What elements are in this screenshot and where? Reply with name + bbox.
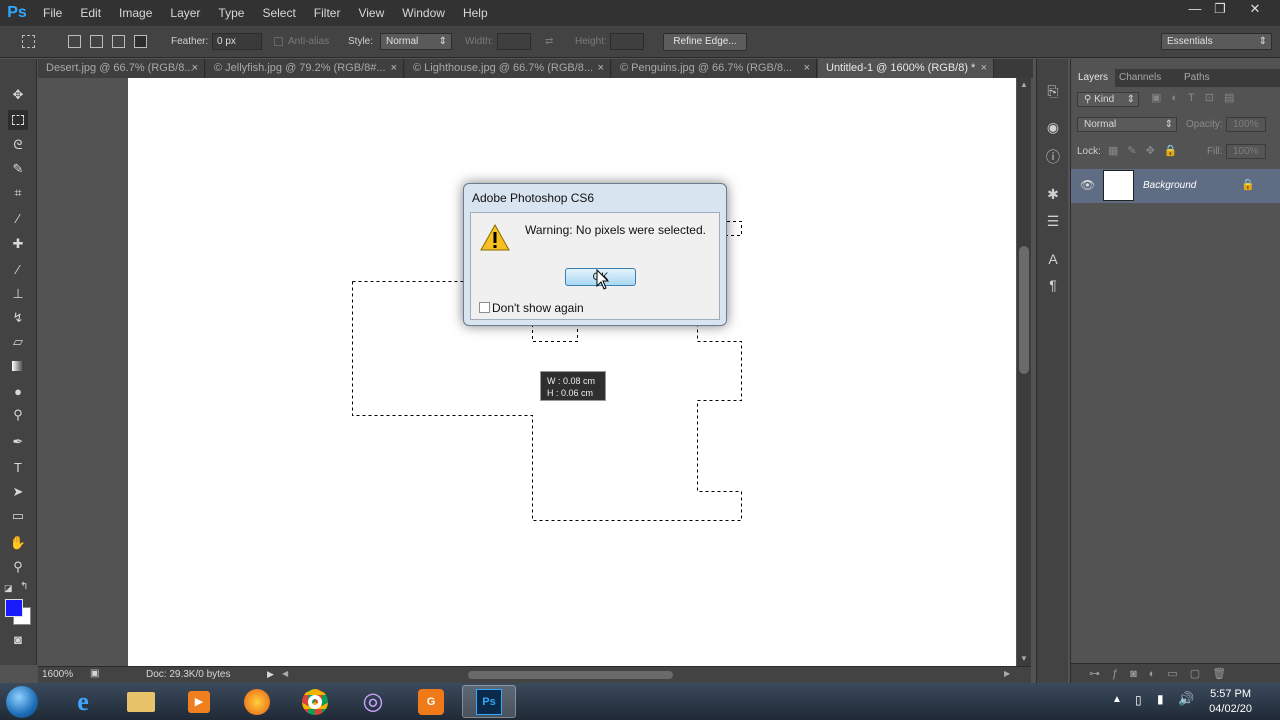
dock-icon-strip: ⎘ ◉ ⓘ ✱ ☰ A ¶ — [1036, 59, 1068, 683]
dialog-message: Warning: No pixels were selected. — [525, 223, 706, 237]
taskbar: e ▶ ◎ G Ps ▲ ▯ ▮ 🔊 5:57 PM 04/02/20 — [0, 683, 1280, 720]
kind-filter-select[interactable]: ⚲ Kind ⇕ — [1077, 92, 1139, 107]
battery-icon[interactable]: ▯ — [1135, 693, 1142, 707]
history-icon[interactable]: ⎘ — [1043, 81, 1063, 101]
layers-panel-tabs: Layers Channels Paths — [1071, 69, 1280, 87]
clock-date: 04/02/20 — [1209, 703, 1252, 715]
taskbar-clock[interactable]: 5:57 PM 04/02/20 — [1209, 687, 1252, 717]
tab-channels[interactable]: Channels — [1112, 69, 1168, 87]
lock-icons[interactable]: ▦✎✥🔒 — [1108, 144, 1187, 157]
layer-action-icons[interactable]: ⊶ƒ◙◐▭▢🗑 — [1089, 667, 1238, 680]
firefox-icon[interactable] — [230, 685, 284, 718]
scroll-down-icon[interactable]: ▼ — [1020, 654, 1028, 663]
warning-dialog: Adobe Photoshop CS6 Warning: No pixels w… — [463, 183, 727, 326]
layers-panel: Layers Channels Paths ⚲ Kind ⇕ ▣◐T⊡▤ Nor… — [1070, 59, 1280, 683]
dialog-title: Adobe Photoshop CS6 — [472, 191, 595, 205]
tray-expand-icon[interactable]: ▲ — [1112, 694, 1122, 705]
media-player-icon[interactable]: ▶ — [172, 685, 226, 718]
opacity-input[interactable]: 100% — [1226, 117, 1266, 132]
scroll-up-icon[interactable]: ▲ — [1020, 80, 1028, 89]
layers-panel-footer: ⊶ƒ◙◐▭▢🗑 — [1071, 663, 1280, 683]
pdf-app-icon[interactable]: G — [404, 685, 458, 718]
dont-show-again-checkbox[interactable] — [479, 302, 490, 313]
fill-input[interactable]: 100% — [1226, 144, 1266, 159]
dialog-body: Warning: No pixels were selected. OK Don… — [470, 212, 720, 320]
scroll-right-icon[interactable]: ▶ — [1004, 669, 1010, 678]
blend-mode-select[interactable]: Normal ⇕ — [1077, 117, 1177, 132]
photoshop-taskbar-icon[interactable]: Ps — [462, 685, 516, 718]
vertical-scroll-thumb[interactable] — [1019, 246, 1029, 374]
network-icon[interactable]: ▮ — [1157, 692, 1164, 706]
tooltip-width: W : 0.08 cm — [547, 376, 596, 386]
vertical-scrollbar[interactable]: ▲ ▼ — [1017, 78, 1031, 666]
selection-size-tooltip: W : 0.08 cm H : 0.06 cm — [540, 371, 606, 401]
zoom-level[interactable]: 1600% — [42, 669, 73, 680]
tab-paths[interactable]: Paths — [1177, 69, 1217, 87]
mouse-cursor-icon — [596, 269, 610, 290]
color-panel-icon[interactable]: ◉ — [1043, 117, 1063, 137]
lock-label: Lock: — [1077, 146, 1101, 157]
clock-time: 5:57 PM — [1210, 688, 1252, 700]
tab-layers[interactable]: Layers — [1071, 69, 1116, 87]
volume-icon[interactable]: 🔊 — [1178, 691, 1194, 707]
scroll-left-icon[interactable]: ◀ — [282, 669, 288, 678]
horizontal-scroll-thumb[interactable] — [468, 671, 673, 679]
doc-size: Doc: 29.3K/0 bytes — [146, 669, 231, 680]
filter-icons[interactable]: ▣◐T⊡▤ — [1151, 91, 1244, 104]
chrome-icon[interactable] — [288, 685, 342, 718]
visibility-eye-icon[interactable]: 👁 — [1080, 178, 1095, 192]
brush-panel-icon[interactable]: ✱ — [1043, 184, 1063, 204]
file-explorer-icon[interactable] — [114, 685, 168, 718]
warning-icon — [480, 224, 510, 251]
layer-name[interactable]: Background — [1143, 180, 1196, 191]
app-swirl-icon[interactable]: ◎ — [346, 685, 400, 718]
layer-thumbnail — [1103, 170, 1134, 201]
fill-label: Fill: — [1207, 146, 1223, 157]
opacity-label: Opacity: — [1186, 119, 1223, 130]
dont-show-again-label[interactable]: Don't show again — [492, 301, 584, 315]
info-icon[interactable]: ⓘ — [1043, 147, 1063, 167]
status-bar: 1600% ▣ Doc: 29.3K/0 bytes ▶ ◀ ▶ — [38, 666, 1031, 683]
status-expand-icon[interactable]: ▶ — [267, 669, 274, 680]
layer-lock-icon: 🔒 — [1241, 179, 1255, 191]
status-menu-icon[interactable]: ▣ — [90, 668, 99, 679]
internet-explorer-icon[interactable]: e — [56, 685, 110, 718]
character-icon[interactable]: A — [1043, 249, 1063, 269]
adjustments-icon[interactable]: ☰ — [1043, 211, 1063, 231]
paragraph-icon[interactable]: ¶ — [1043, 275, 1063, 295]
layer-row-background[interactable]: 👁 Background 🔒 — [1071, 169, 1280, 203]
tooltip-height: H : 0.06 cm — [547, 388, 594, 398]
start-button[interactable] — [6, 686, 38, 718]
